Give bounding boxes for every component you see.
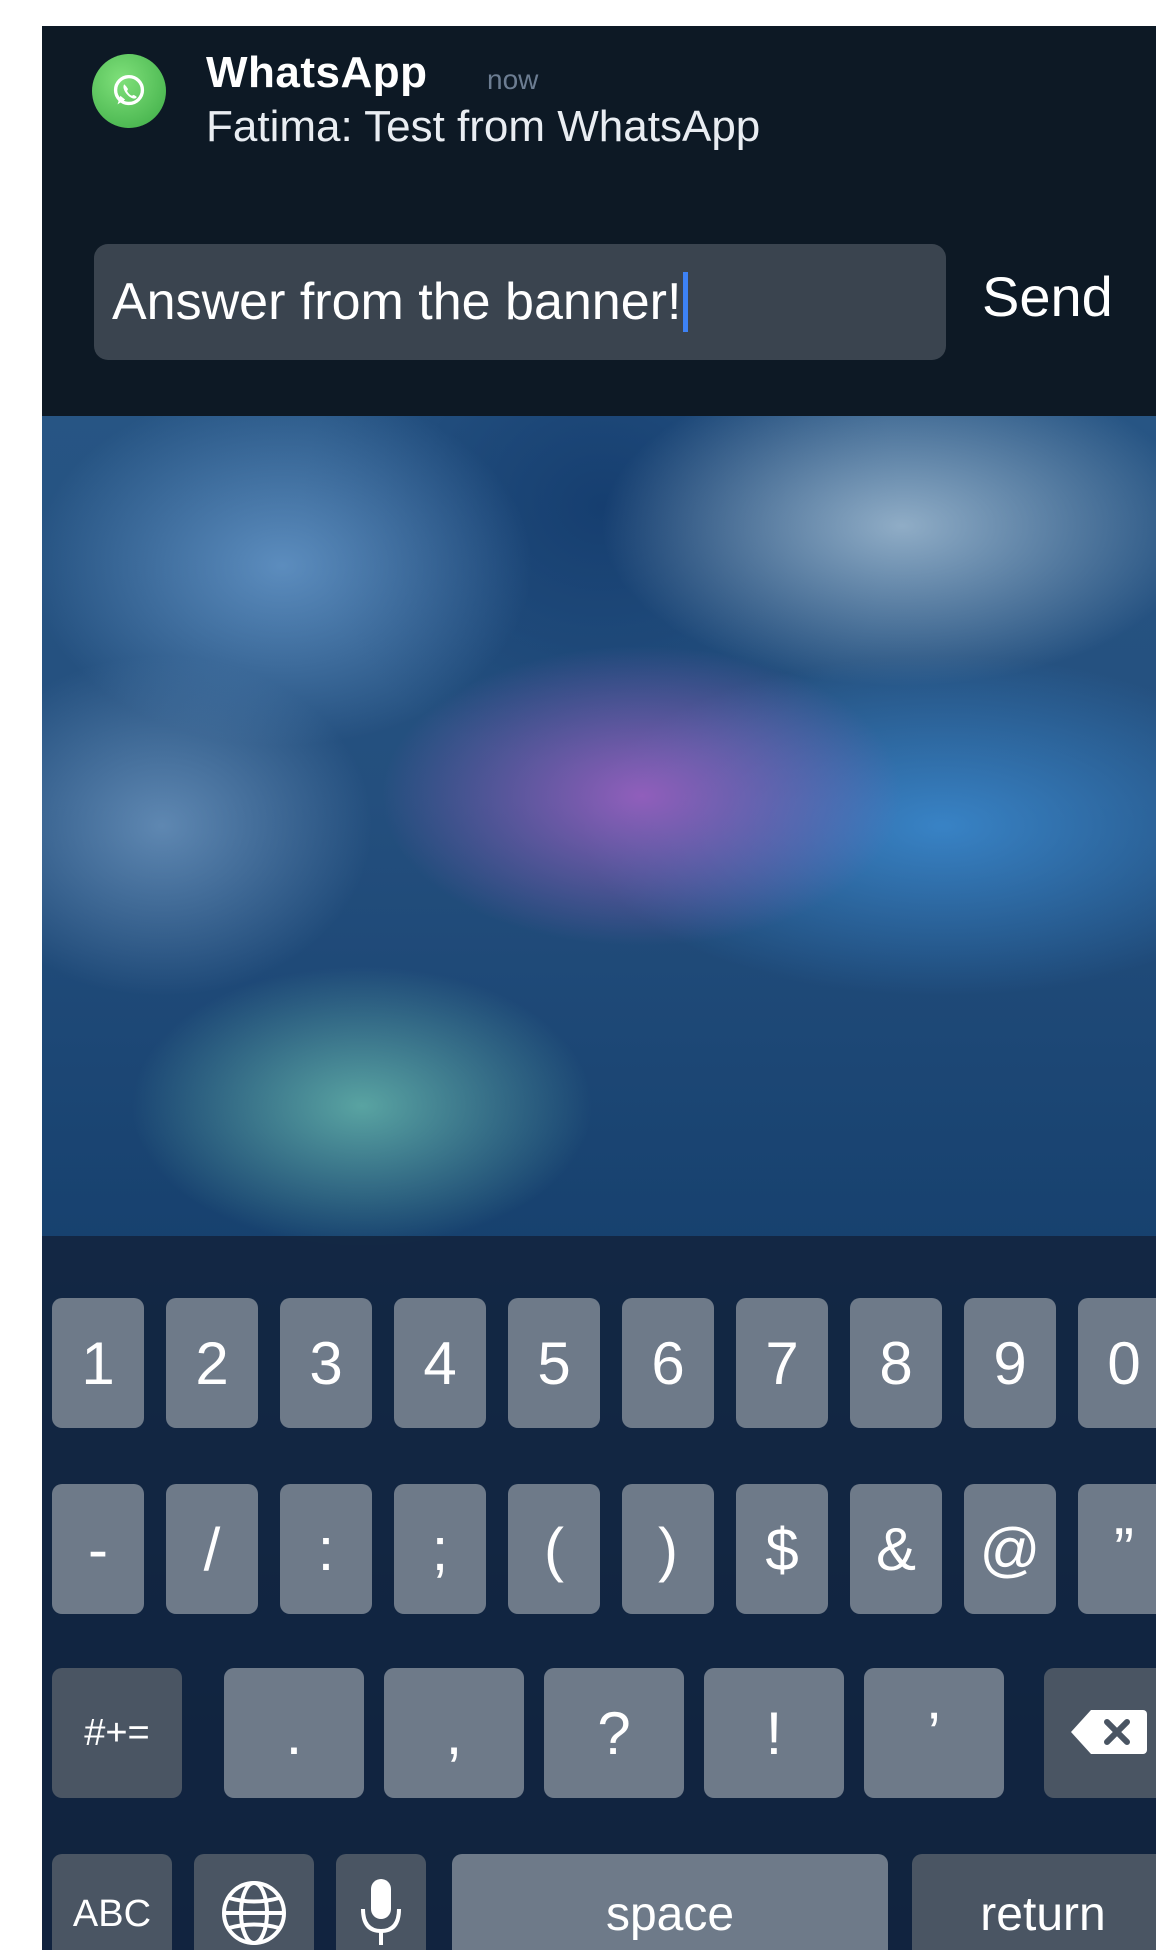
key-dollar[interactable]: $: [736, 1484, 828, 1614]
text-caret: [683, 272, 689, 332]
globe-icon: [219, 1878, 289, 1950]
key-semicolon[interactable]: ;: [394, 1484, 486, 1614]
key-quote[interactable]: ”: [1078, 1484, 1156, 1614]
key-4[interactable]: 4: [394, 1298, 486, 1428]
notification-banner[interactable]: WhatsApp now Fatima: Test from WhatsApp …: [42, 26, 1156, 416]
key-at[interactable]: @: [964, 1484, 1056, 1614]
key-3[interactable]: 3: [280, 1298, 372, 1428]
key-apostrophe[interactable]: ’: [864, 1668, 1004, 1798]
phone-screen: WhatsApp now Fatima: Test from WhatsApp …: [42, 26, 1156, 1950]
key-comma[interactable]: ,: [384, 1668, 524, 1798]
key-8[interactable]: 8: [850, 1298, 942, 1428]
key-slash[interactable]: /: [166, 1484, 258, 1614]
keyboard: 1 2 3 4 5 6 7 8 9 0 - / : ; ( ) $ & @ ” …: [42, 1236, 1156, 1950]
send-button[interactable]: Send: [982, 264, 1113, 329]
key-2[interactable]: 2: [166, 1298, 258, 1428]
backspace-icon: [1069, 1706, 1149, 1761]
dictation-key[interactable]: [336, 1854, 426, 1950]
key-9[interactable]: 9: [964, 1298, 1056, 1428]
key-colon[interactable]: :: [280, 1484, 372, 1614]
symbols-toggle-key[interactable]: #+=: [52, 1668, 182, 1798]
key-question[interactable]: ?: [544, 1668, 684, 1798]
return-key[interactable]: return: [912, 1854, 1156, 1950]
key-open-paren[interactable]: (: [508, 1484, 600, 1614]
key-close-paren[interactable]: ): [622, 1484, 714, 1614]
key-0[interactable]: 0: [1078, 1298, 1156, 1428]
notification-message: Fatima: Test from WhatsApp: [206, 102, 761, 151]
key-5[interactable]: 5: [508, 1298, 600, 1428]
reply-input-text: Answer from the banner!: [112, 273, 682, 331]
key-6[interactable]: 6: [622, 1298, 714, 1428]
key-exclamation[interactable]: !: [704, 1668, 844, 1798]
abc-key[interactable]: ABC: [52, 1854, 172, 1950]
reply-input[interactable]: Answer from the banner!: [94, 244, 946, 360]
microphone-icon: [358, 1875, 404, 1950]
notification-app-name: WhatsApp: [206, 48, 428, 97]
globe-key[interactable]: [194, 1854, 314, 1950]
backspace-key[interactable]: [1044, 1668, 1156, 1798]
key-ampersand[interactable]: &: [850, 1484, 942, 1614]
key-1[interactable]: 1: [52, 1298, 144, 1428]
key-period[interactable]: .: [224, 1668, 364, 1798]
space-key[interactable]: space: [452, 1854, 888, 1950]
whatsapp-icon: [92, 54, 166, 128]
key-7[interactable]: 7: [736, 1298, 828, 1428]
notification-time: now: [487, 64, 539, 95]
key-hyphen[interactable]: -: [52, 1484, 144, 1614]
